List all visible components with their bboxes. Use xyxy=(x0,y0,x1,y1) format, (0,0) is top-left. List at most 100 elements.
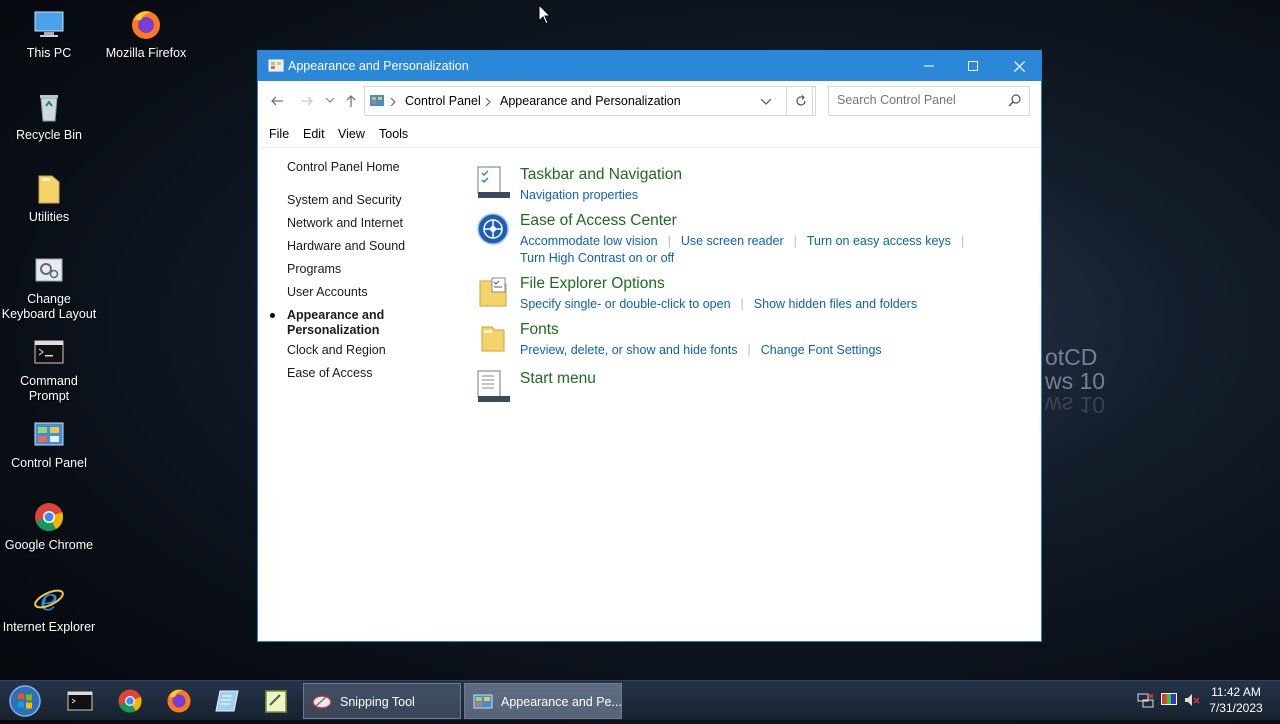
svg-text:e: e xyxy=(40,583,58,616)
link-navigation-properties[interactable]: Navigation properties xyxy=(520,188,638,202)
desktop-icon-label: Recycle Bin xyxy=(16,128,82,142)
desktop-icon-recycle-bin[interactable]: Recycle Bin xyxy=(0,90,99,143)
refresh-button[interactable] xyxy=(786,86,816,116)
folder-options-icon xyxy=(479,277,507,307)
maximize-icon xyxy=(968,61,978,71)
speaker-muted-icon[interactable] xyxy=(1183,691,1201,709)
folder-icon xyxy=(38,175,60,204)
link-show-hidden-files[interactable]: Show hidden files and folders xyxy=(754,297,917,311)
search-input[interactable] xyxy=(835,92,1009,108)
desktop-icon-command-prompt[interactable]: Command Prompt xyxy=(0,336,99,404)
minimize-icon xyxy=(924,65,934,67)
start-button[interactable] xyxy=(6,683,46,719)
back-arrow-icon[interactable] xyxy=(270,94,284,108)
desktop-icon-label: This PC xyxy=(26,46,72,60)
search-box[interactable] xyxy=(828,86,1030,116)
task-label: Snipping Tool xyxy=(340,695,415,709)
watermark-reflection: ws 10 xyxy=(1045,392,1106,418)
taskbar-pin-command-prompt-icon[interactable] xyxy=(66,687,94,715)
title-bar[interactable]: Appearance and Personalization xyxy=(258,51,1041,81)
link-change-font-settings[interactable]: Change Font Settings xyxy=(761,343,882,357)
category-links: Specify single- or double-click to open |… xyxy=(520,297,917,311)
computer-icon xyxy=(34,11,64,37)
menu-view[interactable]: View xyxy=(338,127,365,141)
breadcrumb-control-panel[interactable]: Control Panel xyxy=(405,94,481,108)
up-arrow-icon[interactable] xyxy=(344,94,358,108)
sidebar-item-network-and-internet[interactable]: Network and Internet xyxy=(287,216,457,231)
desktop-icon-control-panel[interactable]: Control Panel xyxy=(0,418,99,471)
action-center-icon[interactable] xyxy=(1160,691,1178,709)
desktop-icon-label: Change Keyboard Layout xyxy=(1,292,97,321)
link-separator: | xyxy=(960,234,965,248)
ease-of-access-icon xyxy=(477,213,509,245)
clock-date: 7/31/2023 xyxy=(1209,701,1263,715)
link-preview-delete-fonts[interactable]: Preview, delete, or show and hide fonts xyxy=(520,343,738,357)
category-title[interactable]: Taskbar and Navigation xyxy=(520,166,682,184)
link-accommodate-low-vision[interactable]: Accommodate low vision xyxy=(520,234,658,248)
breadcrumb-appearance-and-personalization[interactable]: Appearance and Personalization xyxy=(500,94,681,108)
maximize-button[interactable] xyxy=(950,51,996,81)
snipping-tool-icon xyxy=(312,695,332,709)
recycle-bin-icon xyxy=(40,95,58,122)
sidebar-item-hardware-and-sound[interactable]: Hardware and Sound xyxy=(287,239,457,254)
category-links: Preview, delete, or show and hide fonts |… xyxy=(520,343,882,357)
system-clock[interactable]: 11:42 AM 7/31/2023 xyxy=(1200,684,1272,716)
internet-explorer-icon: e xyxy=(34,583,64,616)
sidebar-item-label: Appearance and Personalization xyxy=(287,308,385,337)
breadcrumb-separator-icon xyxy=(391,98,396,106)
link-separator: | xyxy=(667,234,671,248)
menu-edit[interactable]: Edit xyxy=(303,127,325,141)
desktop-icon-utilities[interactable]: Utilities xyxy=(0,172,99,225)
desktop-icon-google-chrome[interactable]: Google Chrome xyxy=(0,500,99,553)
taskbar-task-snipping-tool[interactable]: Snipping Tool xyxy=(303,683,461,719)
sidebar-item-ease-of-access[interactable]: Ease of Access xyxy=(287,366,457,381)
task-label: Appearance and Pe... xyxy=(501,695,622,709)
sidebar-item-user-accounts[interactable]: User Accounts xyxy=(287,285,457,300)
desktop-icon-label: Utilities xyxy=(28,210,70,224)
taskbar-pin-sticky-notes-icon[interactable] xyxy=(262,687,290,715)
desktop-icon-firefox[interactable]: Mozilla Firefox xyxy=(96,8,196,61)
category-title[interactable]: Start menu xyxy=(520,370,596,388)
menu-file[interactable]: File xyxy=(269,127,289,141)
search-icon[interactable] xyxy=(1008,94,1021,107)
current-page-bullet xyxy=(270,313,275,318)
category-title[interactable]: Ease of Access Center xyxy=(520,212,677,230)
forward-arrow-icon[interactable] xyxy=(300,94,314,108)
refresh-icon xyxy=(796,95,806,106)
address-row: Control Panel Appearance and Personaliza… xyxy=(258,81,1041,121)
sidebar-item-programs[interactable]: Programs xyxy=(287,262,457,277)
category-title[interactable]: Fonts xyxy=(520,321,559,339)
menu-tools[interactable]: Tools xyxy=(379,127,408,141)
category-title[interactable]: File Explorer Options xyxy=(520,275,665,293)
taskbar-pin-chrome-icon[interactable] xyxy=(116,687,144,715)
address-dropdown-chevron-icon[interactable] xyxy=(761,99,771,105)
address-bar[interactable]: Control Panel Appearance and Personaliza… xyxy=(364,86,813,116)
sidebar-item-clock-and-region[interactable]: Clock and Region xyxy=(287,343,457,358)
desktop-icon-change-keyboard-layout[interactable]: Change Keyboard Layout xyxy=(0,254,99,322)
taskbar-task-appearance-and-personalization[interactable]: Appearance and Pe... xyxy=(464,683,622,719)
control-panel-window: Appearance and Personalization Control P… xyxy=(257,50,1042,642)
desktop-icon-this-pc[interactable]: This PC xyxy=(0,8,99,61)
taskbar-pin-firefox-icon[interactable] xyxy=(165,687,193,715)
taskbar-pin-notepad-icon[interactable] xyxy=(214,687,242,715)
breadcrumb-separator-icon xyxy=(486,98,491,106)
close-icon xyxy=(1013,60,1025,72)
recent-locations-chevron-icon[interactable] xyxy=(326,98,334,104)
minimize-button[interactable] xyxy=(906,51,952,81)
taskbar: Snipping Tool Appearance and Pe... 11:42… xyxy=(0,680,1280,720)
network-icon[interactable] xyxy=(1137,691,1155,709)
sidebar-item-system-and-security[interactable]: System and Security xyxy=(287,193,457,208)
sidebar-item-control-panel-home[interactable]: Control Panel Home xyxy=(287,160,457,175)
link-use-screen-reader[interactable]: Use screen reader xyxy=(681,234,784,248)
link-turn-on-easy-access-keys[interactable]: Turn on easy access keys xyxy=(807,234,951,248)
desktop-icon-internet-explorer[interactable]: e Internet Explorer xyxy=(0,582,99,635)
desktop-icon-label: Command Prompt xyxy=(20,374,78,403)
category-links: Navigation properties xyxy=(520,188,638,202)
close-button[interactable] xyxy=(996,51,1042,81)
link-specify-click-to-open[interactable]: Specify single- or double-click to open xyxy=(520,297,731,311)
link-turn-high-contrast[interactable]: Turn High Contrast on or off xyxy=(520,251,674,265)
sidebar-item-appearance-and-personalization[interactable]: Appearance and Personalization xyxy=(270,308,397,338)
link-separator: | xyxy=(747,343,751,357)
content-area: Control Panel Home System and Security N… xyxy=(258,147,1041,641)
watermark-line-1: otCD xyxy=(1045,344,1098,370)
